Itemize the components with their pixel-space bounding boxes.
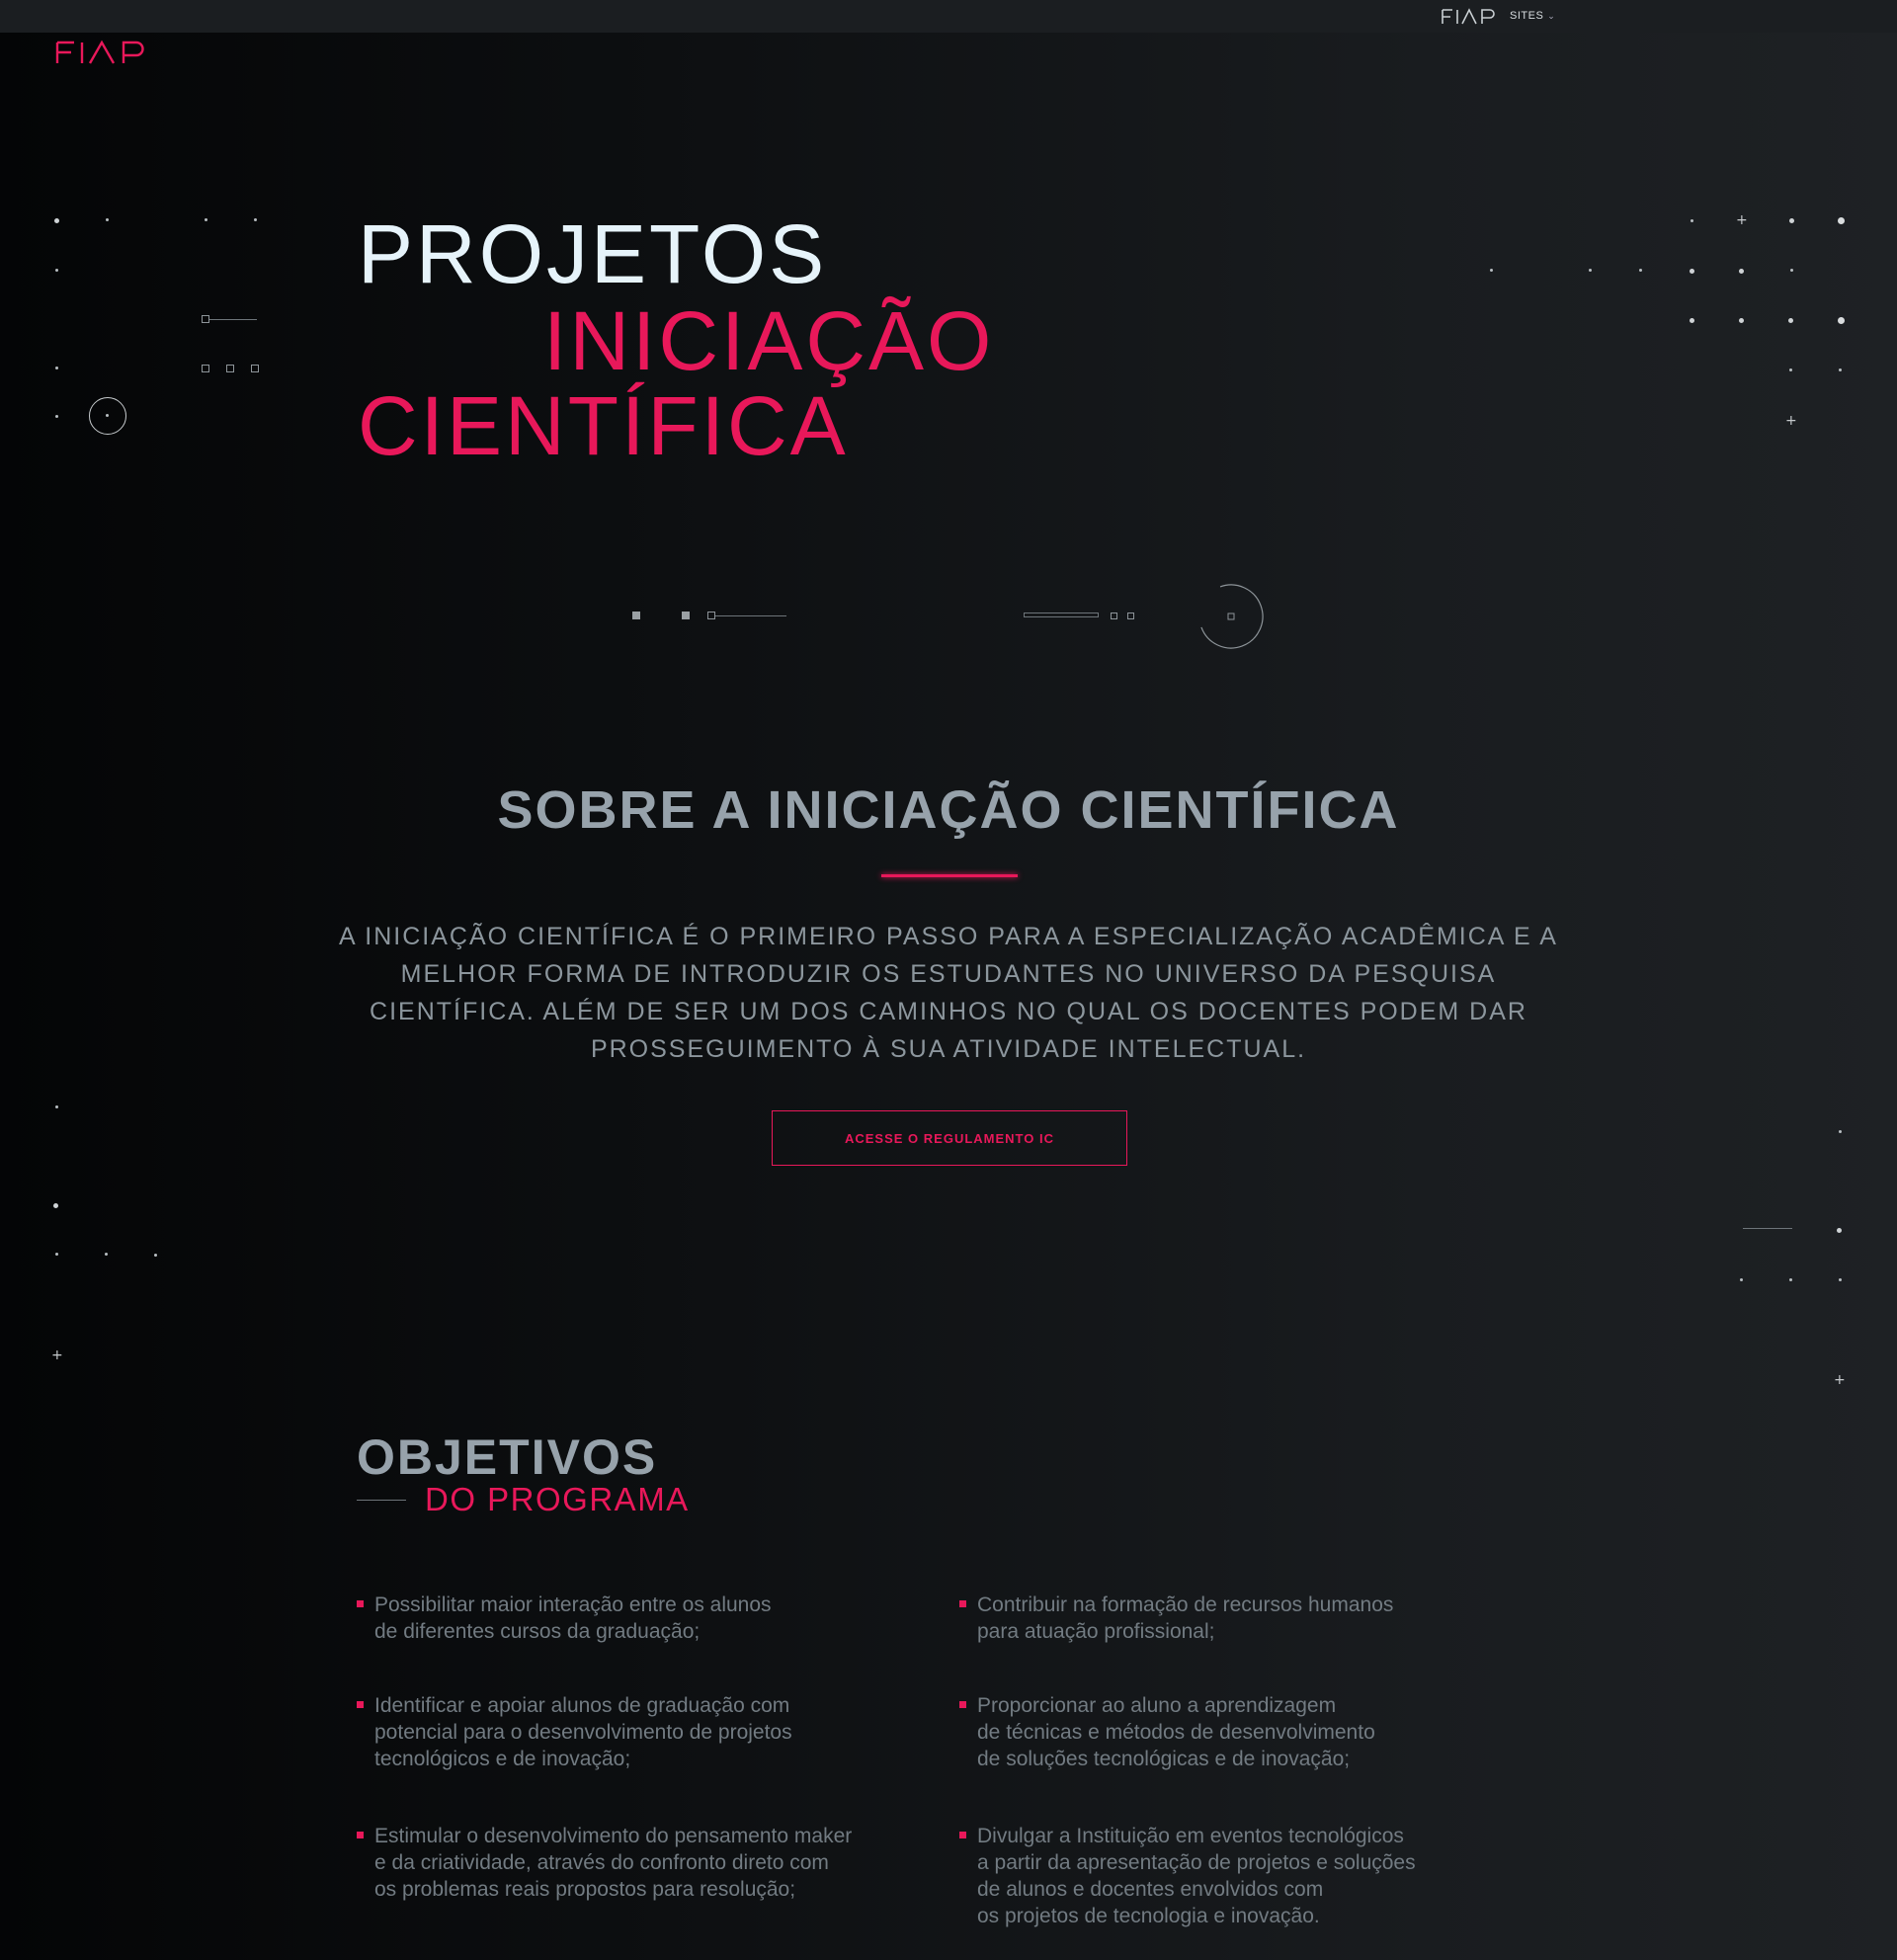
hero-title-line-1: PROJETOS [358, 207, 828, 300]
objective-text: Proporcionar ao aluno a aprendizagem de … [977, 1694, 1375, 1770]
about-text: A INICIAÇÃO CIENTÍFICA É O PRIMEIRO PASS… [339, 923, 1558, 1063]
plus-icon: + [51, 1348, 63, 1363]
objective-item: Identificar e apoiar alunos de graduação… [357, 1692, 792, 1772]
plus-icon: + [1736, 212, 1748, 228]
bullet-icon [959, 1600, 966, 1607]
bullet-icon [959, 1832, 966, 1838]
bullet-icon [357, 1600, 364, 1607]
plus-icon: + [1834, 1372, 1846, 1388]
sites-menu[interactable]: SITES ⌄ [1510, 10, 1555, 22]
hero-title-line-3: CIENTÍFICA [358, 379, 849, 472]
objectives-divider [357, 1500, 406, 1501]
objective-item: Estimular o desenvolvimento do pensament… [357, 1823, 852, 1903]
circular-arc-icon [1200, 584, 1264, 649]
fiap-logo[interactable] [1441, 8, 1496, 26]
top-bar: SITES ⌄ [0, 0, 1897, 33]
bullet-icon [959, 1701, 966, 1708]
regulamento-button-label: ACESSE O REGULAMENTO IC [844, 1130, 1054, 1146]
bullet-icon [357, 1832, 364, 1838]
objective-text: Estimular o desenvolvimento do pensament… [374, 1825, 853, 1901]
title-underline [881, 874, 1018, 877]
objective-item: Proporcionar ao aluno a aprendizagem de … [959, 1692, 1375, 1772]
objective-text: Contribuir na formação de recursos human… [977, 1593, 1394, 1643]
chevron-down-icon: ⌄ [1547, 11, 1556, 21]
objective-item: Contribuir na formação de recursos human… [959, 1592, 1393, 1645]
objective-text: Divulgar a Instituição em eventos tecnol… [977, 1825, 1416, 1927]
objectives-title: OBJETIVOS [357, 1429, 658, 1485]
objective-item: Possibilitar maior interação entre os al… [357, 1592, 772, 1645]
hero-title-line-2: INICIAÇÃO [543, 294, 995, 387]
objective-text: Possibilitar maior interação entre os al… [374, 1593, 772, 1643]
regulamento-button[interactable]: ACESSE O REGULAMENTO IC [772, 1110, 1127, 1166]
bullet-icon [357, 1701, 364, 1708]
about-title: SOBRE A INICIAÇÃO CIENTÍFICA [497, 780, 1400, 840]
fiap-main-logo[interactable] [54, 40, 147, 65]
objectives-subtitle: DO PROGRAMA [425, 1481, 690, 1517]
objective-text: Identificar e apoiar alunos de graduação… [374, 1694, 792, 1770]
sites-label: SITES [1510, 10, 1544, 22]
plus-icon: + [1785, 413, 1797, 429]
objective-item: Divulgar a Instituição em eventos tecnol… [959, 1823, 1416, 1929]
